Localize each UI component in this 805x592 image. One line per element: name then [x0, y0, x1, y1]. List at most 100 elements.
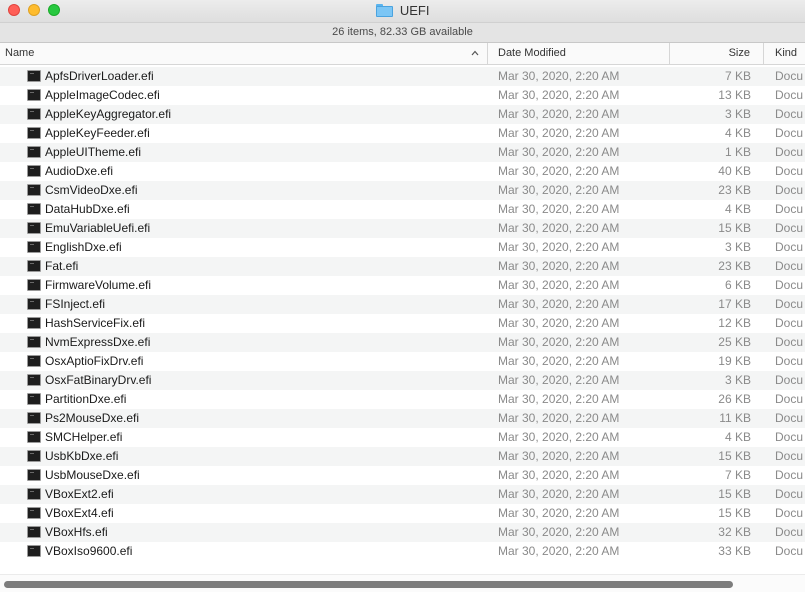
file-kind: Docu — [775, 487, 804, 501]
file-date-modified: Mar 30, 2020, 2:20 AM — [498, 107, 620, 121]
file-name: AppleKeyFeeder.efi — [45, 126, 150, 140]
window-title: UEFI — [399, 3, 430, 18]
file-size: 33 KB — [718, 544, 751, 558]
file-date-modified: Mar 30, 2020, 2:20 AM — [498, 69, 620, 83]
file-size: 19 KB — [718, 354, 751, 368]
file-date-modified: Mar 30, 2020, 2:20 AM — [498, 88, 620, 102]
column-header-date-modified[interactable]: Date Modified — [489, 43, 670, 64]
file-size: 40 KB — [718, 164, 751, 178]
file-name: DataHubDxe.efi — [45, 202, 130, 216]
terminal-executable-icon — [27, 507, 41, 519]
terminal-executable-icon — [27, 203, 41, 215]
file-kind: Docu — [775, 544, 804, 558]
file-name: Ps2MouseDxe.efi — [45, 411, 140, 425]
folder-icon — [375, 4, 393, 17]
file-row[interactable]: ApfsDriverLoader.efi Mar 30, 2020, 2:20 A… — [0, 67, 805, 86]
file-date-modified: Mar 30, 2020, 2:20 AM — [498, 126, 620, 140]
file-name: UsbKbDxe.efi — [45, 449, 119, 463]
file-size: 4 KB — [724, 202, 751, 216]
horizontal-scrollbar[interactable] — [0, 574, 805, 592]
file-kind: Docu — [775, 126, 804, 140]
file-row[interactable]: AppleKeyFeeder.efi Mar 30, 2020, 2:20 AM 4… — [0, 124, 805, 143]
file-row[interactable]: EmuVariableUefi.efi Mar 30, 2020, 2:20 AM… — [0, 219, 805, 238]
file-row[interactable]: Ps2MouseDxe.efi Mar 30, 2020, 2:20 AM 11 K… — [0, 409, 805, 428]
file-name: VBoxHfs.efi — [45, 525, 108, 539]
title-bar: UEFI — [0, 0, 805, 22]
file-date-modified: Mar 30, 2020, 2:20 AM — [498, 240, 620, 254]
terminal-executable-icon — [27, 260, 41, 272]
terminal-executable-icon — [27, 317, 41, 329]
file-kind: Docu — [775, 468, 804, 482]
file-kind: Docu — [775, 354, 804, 368]
file-row[interactable]: AppleImageCodec.efi Mar 30, 2020, 2:20 AM… — [0, 86, 805, 105]
terminal-executable-icon — [27, 127, 41, 139]
file-name: AppleUITheme.efi — [45, 145, 142, 159]
file-date-modified: Mar 30, 2020, 2:20 AM — [498, 525, 620, 539]
chevron-up-icon[interactable] — [471, 49, 479, 57]
file-kind: Docu — [775, 525, 804, 539]
terminal-executable-icon — [27, 545, 41, 557]
column-header-size[interactable]: Size — [671, 43, 764, 64]
column-header-name[interactable]: Name — [0, 43, 488, 64]
file-row[interactable]: EnglishDxe.efi Mar 30, 2020, 2:20 AM 3 KB D… — [0, 238, 805, 257]
file-row[interactable]: CsmVideoDxe.efi Mar 30, 2020, 2:20 AM 23 K… — [0, 181, 805, 200]
file-row[interactable]: AppleUITheme.efi Mar 30, 2020, 2:20 AM 1 K… — [0, 143, 805, 162]
file-row[interactable]: VBoxExt2.efi Mar 30, 2020, 2:20 AM 15 KB Do… — [0, 485, 805, 504]
terminal-executable-icon — [27, 393, 41, 405]
file-row[interactable]: VBoxExt4.efi Mar 30, 2020, 2:20 AM 15 KB Do… — [0, 504, 805, 523]
file-date-modified: Mar 30, 2020, 2:20 AM — [498, 354, 620, 368]
file-size: 7 KB — [724, 69, 751, 83]
file-kind: Docu — [775, 240, 804, 254]
file-size: 4 KB — [724, 430, 751, 444]
terminal-executable-icon — [27, 374, 41, 386]
file-kind: Docu — [775, 183, 804, 197]
status-text: 26 items, 82.33 GB available — [332, 26, 473, 38]
file-name: VBoxIso9600.efi — [45, 544, 133, 558]
file-row[interactable]: PartitionDxe.efi Mar 30, 2020, 2:20 AM 26 … — [0, 390, 805, 409]
file-kind: Docu — [775, 221, 804, 235]
file-size: 32 KB — [718, 525, 751, 539]
terminal-executable-icon — [27, 488, 41, 500]
file-date-modified: Mar 30, 2020, 2:20 AM — [498, 544, 620, 558]
file-size: 11 KB — [719, 411, 751, 425]
file-name: AppleImageCodec.efi — [45, 88, 160, 102]
file-kind: Docu — [775, 69, 804, 83]
file-row[interactable]: OsxAptioFixDrv.efi Mar 30, 2020, 2:20 AM 1… — [0, 352, 805, 371]
file-row[interactable]: UsbKbDxe.efi Mar 30, 2020, 2:20 AM 15 KB Do… — [0, 447, 805, 466]
file-size: 26 KB — [718, 392, 751, 406]
column-header-bar: Name Date Modified Size Kind — [0, 43, 805, 65]
file-date-modified: Mar 30, 2020, 2:20 AM — [498, 259, 620, 273]
file-date-modified: Mar 30, 2020, 2:20 AM — [498, 316, 620, 330]
file-date-modified: Mar 30, 2020, 2:20 AM — [498, 221, 620, 235]
column-header-kind[interactable]: Kind — [765, 43, 805, 64]
file-row[interactable]: VBoxIso9600.efi Mar 30, 2020, 2:20 AM 33 K… — [0, 542, 805, 561]
file-row[interactable]: OsxFatBinaryDrv.efi Mar 30, 2020, 2:20 AM… — [0, 371, 805, 390]
file-row[interactable]: Fat.efi Mar 30, 2020, 2:20 AM 23 KB Docu — [0, 257, 805, 276]
file-row[interactable]: AudioDxe.efi Mar 30, 2020, 2:20 AM 40 KB Do… — [0, 162, 805, 181]
file-list: ApfsDriverLoader.efi Mar 30, 2020, 2:20 A… — [0, 67, 805, 561]
file-row[interactable]: NvmExpressDxe.efi Mar 30, 2020, 2:20 AM 25… — [0, 333, 805, 352]
file-size: 23 KB — [718, 259, 751, 273]
scrollbar-thumb[interactable] — [4, 581, 733, 588]
file-row[interactable]: FSInject.efi Mar 30, 2020, 2:20 AM 17 KB Do… — [0, 295, 805, 314]
window-title-group: UEFI — [0, 3, 805, 19]
file-date-modified: Mar 30, 2020, 2:20 AM — [498, 164, 620, 178]
file-size: 3 KB — [724, 373, 751, 387]
terminal-executable-icon — [27, 526, 41, 538]
file-row[interactable]: HashServiceFix.efi Mar 30, 2020, 2:20 AM 1… — [0, 314, 805, 333]
file-size: 3 KB — [724, 240, 751, 254]
terminal-executable-icon — [27, 146, 41, 158]
file-row[interactable]: AppleKeyAggregator.efi Mar 30, 2020, 2:20… — [0, 105, 805, 124]
file-date-modified: Mar 30, 2020, 2:20 AM — [498, 373, 620, 387]
file-size: 15 KB — [718, 221, 751, 235]
file-row[interactable]: SMCHelper.efi Mar 30, 2020, 2:20 AM 4 KB Do… — [0, 428, 805, 447]
file-row[interactable]: DataHubDxe.efi Mar 30, 2020, 2:20 AM 4 KB D… — [0, 200, 805, 219]
file-name: FirmwareVolume.efi — [45, 278, 152, 292]
file-row[interactable]: FirmwareVolume.efi Mar 30, 2020, 2:20 AM 6… — [0, 276, 805, 295]
file-kind: Docu — [775, 449, 804, 463]
file-row[interactable]: VBoxHfs.efi Mar 30, 2020, 2:20 AM 32 KB Doc… — [0, 523, 805, 542]
terminal-executable-icon — [27, 469, 41, 481]
file-name: AppleKeyAggregator.efi — [45, 107, 172, 121]
file-date-modified: Mar 30, 2020, 2:20 AM — [498, 183, 620, 197]
file-row[interactable]: UsbMouseDxe.efi Mar 30, 2020, 2:20 AM 7 KB… — [0, 466, 805, 485]
